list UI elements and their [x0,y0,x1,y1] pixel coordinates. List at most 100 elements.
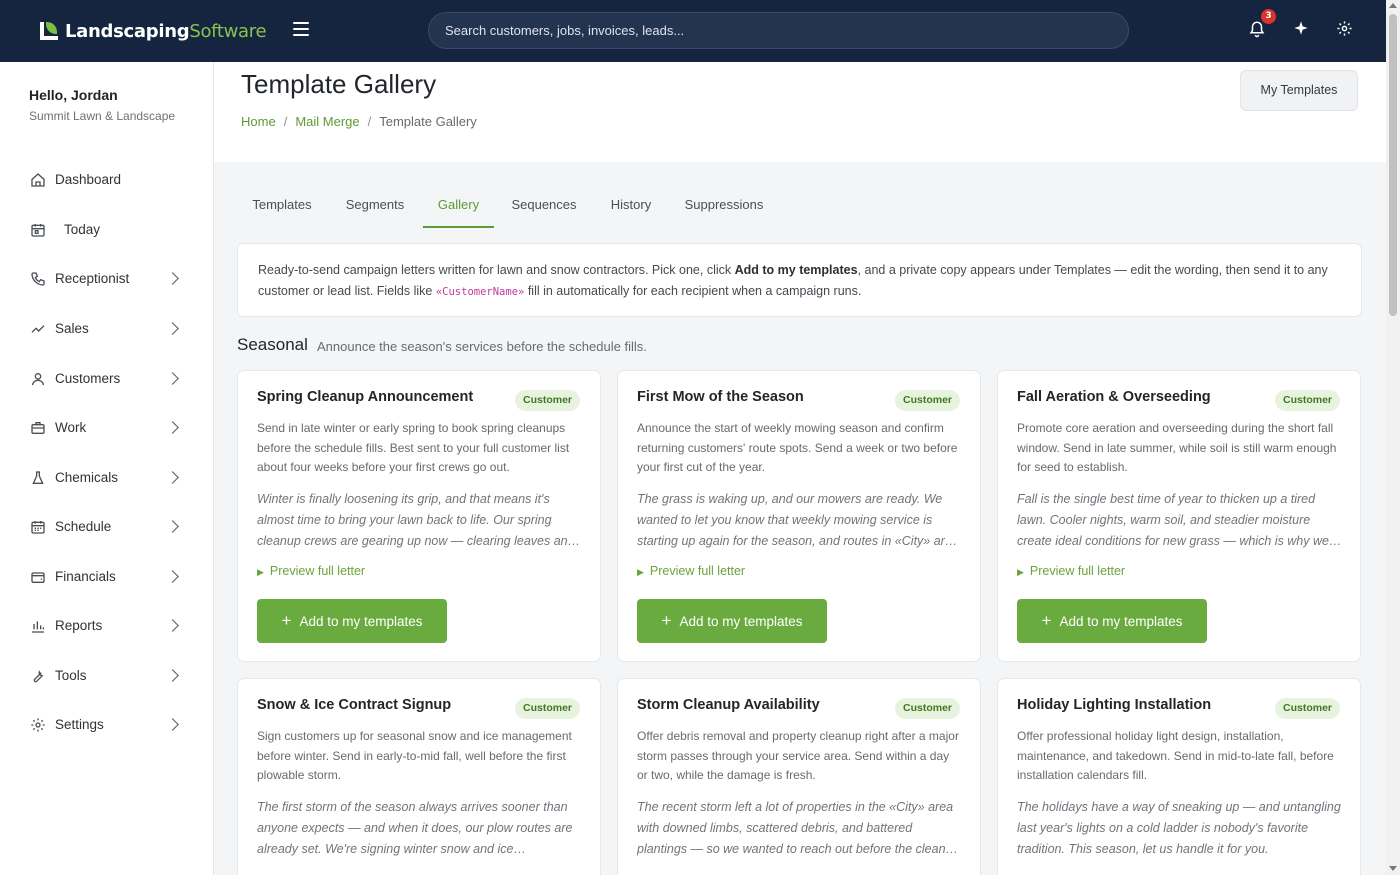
chevron-right-icon[interactable] [166,619,179,632]
sidebar-item-label: Receptionist [55,271,130,286]
card-title: Spring Cleanup Announcement [257,389,474,405]
chevron-right-icon[interactable] [166,669,179,682]
audience-badge: Customer [894,698,960,719]
info-text-3: fill in automatically for each recipient… [524,284,862,298]
breadcrumb-home-link[interactable]: Home [241,114,276,129]
section-title: Seasonal [237,335,308,354]
preview-letter-toggle[interactable]: ▶ Preview full letter [1017,564,1125,578]
add-to-templates-button[interactable]: + Add to my templates [1017,599,1207,643]
tab-suppressions[interactable]: Suppressions [670,186,778,228]
template-card: Snow & Ice Contract Signup Customer Sign… [237,678,601,875]
gallery-info-box: Ready-to-send campaign letters written f… [237,243,1362,317]
audience-badge: Customer [514,390,580,411]
wallet-icon [29,569,47,587]
sidebar-item-work[interactable]: Work [0,409,213,449]
tab-history[interactable]: History [594,186,668,228]
sidebar-item-settings[interactable]: Settings [0,706,213,746]
top-bar: Landscaping Software Search customers, jo… [0,0,1386,62]
plus-icon: + [661,611,672,630]
preview-label: Preview full letter [649,564,746,578]
sidebar-item-tools[interactable]: Tools [0,657,213,697]
add-label: Add to my templates [1059,614,1183,629]
sidebar-item-label: Financials [55,569,116,584]
scroll-up-icon[interactable] [1389,3,1397,8]
trend-icon [29,321,47,339]
info-text-1: Ready-to-send campaign letters written f… [258,263,735,277]
sidebar-item-dashboard[interactable]: Dashboard [0,161,213,201]
chevron-right-icon[interactable] [166,471,179,484]
letter-excerpt: The holidays have a way of sneaking up —… [1017,800,1341,856]
letter-excerpt: Winter is finally loosening its grip, an… [257,492,581,548]
add-label: Add to my templates [299,614,423,629]
scrollbar-thumb[interactable] [1389,14,1397,316]
card-description: Announce the start of weekly mowing seas… [637,421,958,474]
wrench-icon [29,668,47,686]
template-card: Spring Cleanup Announcement Customer Sen… [237,370,601,662]
triangle-right-icon: ▶ [1017,567,1024,577]
logo-text-primary: Landscaping [65,20,190,42]
scroll-down-icon[interactable] [1389,866,1397,871]
breadcrumb: Home / Mail Merge / Template Gallery [241,114,477,129]
sidebar-item-financials[interactable]: Financials [0,558,213,598]
user-greeting: Hello, Jordan [29,87,118,103]
plus-icon: + [1041,611,1052,630]
template-card: First Mow of the Season Customer Announc… [617,370,981,662]
company-name: Summit Lawn & Landscape [29,109,176,123]
breadcrumb-mail-merge-link[interactable]: Mail Merge [295,114,359,129]
chevron-right-icon[interactable] [166,372,179,385]
sidebar: Hello, Jordan Summit Lawn & Landscape Da… [0,62,214,875]
phone-icon [29,271,47,289]
add-label: Add to my templates [679,614,803,629]
chevron-right-icon[interactable] [166,570,179,583]
flask-icon [29,470,47,488]
tab-gallery[interactable]: Gallery [423,186,494,228]
gear-icon[interactable] [1334,20,1354,40]
home-icon [29,172,47,190]
merge-field-example: «CustomerName» [435,286,525,298]
tab-sequences[interactable]: Sequences [496,186,592,228]
tab-segments[interactable]: Segments [329,186,421,228]
menu-toggle-icon[interactable] [293,22,309,36]
calendar-day-icon [29,222,47,240]
tab-templates[interactable]: Templates [237,186,327,228]
chevron-right-icon[interactable] [166,718,179,731]
sidebar-item-label: Schedule [55,519,112,534]
chevron-right-icon[interactable] [166,421,179,434]
bar-chart-icon [29,618,47,636]
sidebar-item-label: Settings [55,717,104,732]
template-card: Storm Cleanup Availability Customer Offe… [617,678,981,875]
audience-badge: Customer [1274,698,1340,719]
sidebar-item-receptionist[interactable]: Receptionist [0,260,213,300]
app-logo[interactable]: Landscaping Software [38,18,267,44]
chevron-right-icon[interactable] [166,272,179,285]
sidebar-item-label: Customers [55,371,121,386]
search-input[interactable]: Search customers, jobs, invoices, leads.… [428,12,1129,49]
sidebar-item-today[interactable]: Today [0,211,213,251]
my-templates-button[interactable]: My Templates [1240,70,1358,111]
card-description: Offer debris removal and property cleanu… [637,729,959,782]
sidebar-item-label: Sales [55,321,89,336]
chevron-right-icon[interactable] [166,322,179,335]
audience-badge: Customer [1274,390,1340,411]
add-to-templates-button[interactable]: + Add to my templates [257,599,447,643]
sidebar-item-reports[interactable]: Reports [0,607,213,647]
preview-letter-toggle[interactable]: ▶ Preview full letter [637,564,745,578]
sidebar-item-customers[interactable]: Customers [0,360,213,400]
info-bold-action: Add to my templates [734,263,858,277]
page-scrollbar[interactable] [1386,0,1400,875]
briefcase-icon [29,420,47,438]
sidebar-item-schedule[interactable]: Schedule [0,508,213,548]
preview-label: Preview full letter [269,564,366,578]
sidebar-item-sales[interactable]: Sales [0,310,213,350]
page-header: Template Gallery Home / Mail Merge / Templat… [214,62,1386,162]
triangle-right-icon: ▶ [257,567,264,577]
template-card: Fall Aeration & Overseeding Customer Pro… [997,370,1361,662]
audience-badge: Customer [894,390,960,411]
sidebar-item-chemicals[interactable]: Chemicals [0,459,213,499]
add-to-templates-button[interactable]: + Add to my templates [637,599,827,643]
preview-label: Preview full letter [1029,564,1126,578]
sparkle-icon[interactable] [1291,20,1311,40]
chevron-right-icon[interactable] [166,520,179,533]
preview-letter-toggle[interactable]: ▶ Preview full letter [257,564,365,578]
sidebar-item-label: Work [55,420,87,435]
